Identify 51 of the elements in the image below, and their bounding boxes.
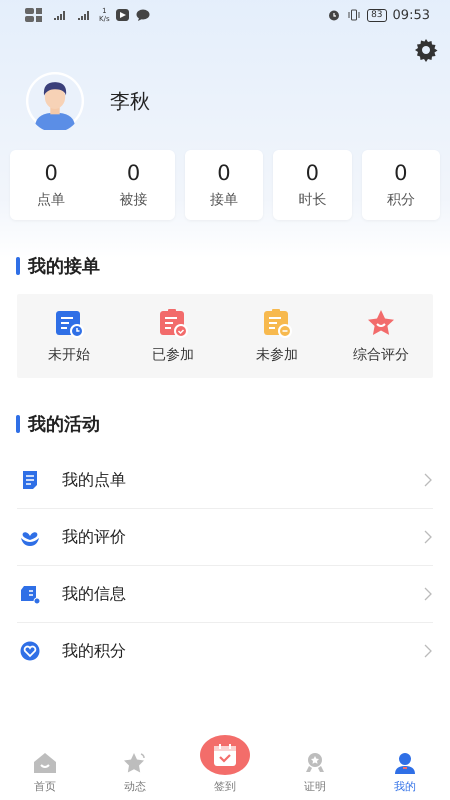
stat-label: 时长 (298, 191, 326, 209)
chevron-right-icon (423, 530, 433, 544)
user-name: 李秋 (110, 88, 150, 114)
stat-label: 接单 (210, 191, 238, 209)
id-card-icon (20, 584, 40, 604)
document-icon (20, 470, 40, 490)
order-status-button[interactable]: 未参加 (225, 294, 329, 378)
stat-value: 0 (306, 161, 320, 185)
clock-document-icon (54, 308, 84, 338)
section-title: 我的活动 (28, 413, 100, 436)
sim-icon (25, 7, 45, 23)
stat-value: 0 (44, 161, 58, 185)
app-icon (116, 9, 130, 21)
chevron-right-icon (423, 473, 433, 487)
order-status-button[interactable]: 未开始 (17, 294, 121, 378)
battery-level: 83 (367, 8, 387, 22)
clock: 09:53 (392, 8, 430, 22)
menu-item[interactable]: 我的点单 (17, 452, 433, 509)
menu-item[interactable]: 我的积分 (17, 623, 433, 679)
tab-bar-item[interactable]: 动态 (90, 751, 180, 794)
tab-bar-item[interactable]: 证明 (270, 751, 360, 794)
menu-item[interactable]: 我的评价 (17, 509, 433, 566)
menu-item[interactable]: 我的信息 (17, 566, 433, 623)
star-icon (366, 308, 396, 338)
stat-value: 0 (126, 161, 140, 185)
clipboard-check-icon (158, 308, 188, 338)
calendar-check-icon (200, 735, 250, 775)
vibrate-icon (347, 9, 362, 21)
order-status-button[interactable]: 已参加 (121, 294, 225, 378)
section-marker (16, 257, 20, 275)
star-icon (123, 751, 147, 775)
chevron-right-icon (423, 644, 433, 658)
stat-label: 点单 (37, 191, 66, 209)
clipboard-minus-icon (262, 308, 292, 338)
medal-icon (303, 751, 327, 775)
alarm-icon (327, 9, 342, 21)
section-marker (16, 415, 20, 433)
order-status-button[interactable]: 综合评分 (329, 294, 433, 378)
stat-label: 被接 (120, 191, 148, 209)
tab-bar-item[interactable]: 首页 (0, 751, 90, 794)
stat-value: 0 (394, 161, 408, 185)
stat-value: 0 (217, 161, 231, 185)
stat-label: 积分 (386, 191, 415, 209)
chevron-right-icon (423, 587, 433, 601)
chat-icon (136, 9, 150, 21)
tab-bar-item[interactable]: 签到 (180, 735, 270, 794)
tab-bar-item[interactable]: 我的 (360, 751, 450, 794)
settings-icon[interactable] (414, 38, 438, 62)
home-icon (33, 751, 57, 775)
section-title: 我的接单 (28, 255, 100, 278)
person-icon (393, 751, 417, 775)
